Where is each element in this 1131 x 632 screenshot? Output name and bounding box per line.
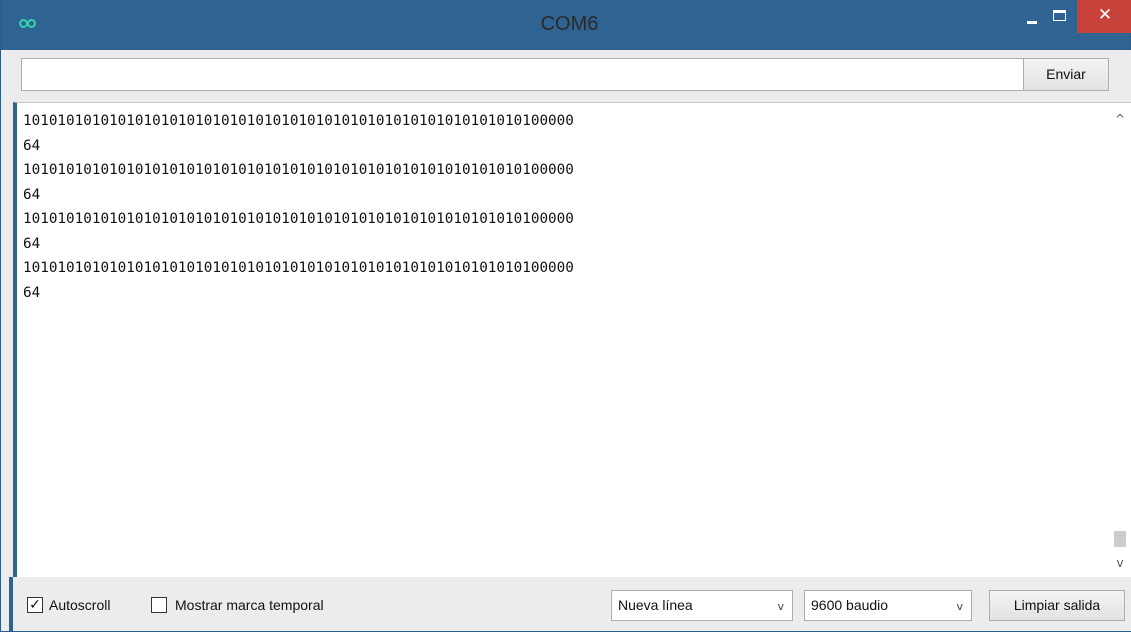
window-title: COM6 [540,13,599,35]
chevron-down-icon: v [777,600,784,613]
output-line: 64 [23,284,41,301]
scroll-up-icon[interactable]: ^ [1109,109,1131,129]
output-line: 64 [23,186,41,203]
autoscroll-label: Autoscroll [49,597,111,613]
maximize-icon [1053,10,1066,21]
close-button[interactable]: ✕ [1077,0,1131,33]
serial-output-area[interactable]: 1010101010101010101010101010101010101010… [13,102,1131,577]
close-icon: ✕ [1097,5,1113,25]
output-line: 1010101010101010101010101010101010101010… [23,162,574,178]
minimize-icon [1027,21,1037,24]
scroll-thumb[interactable] [1114,531,1126,547]
maximize-button[interactable] [1046,0,1074,33]
scroll-down-icon[interactable]: v [1109,553,1131,573]
send-button[interactable]: Enviar [1023,58,1109,91]
send-input[interactable] [21,58,1024,91]
status-bar: ✓ Autoscroll Mostrar marca temporal Nuev… [9,577,1131,631]
vertical-scrollbar[interactable]: ^ v [1109,103,1131,577]
output-line: 64 [23,235,41,252]
output-line: 1010101010101010101010101010101010101010… [23,113,574,129]
serial-output-text: 1010101010101010101010101010101010101010… [23,109,574,305]
output-line: 1010101010101010101010101010101010101010… [23,211,574,227]
baud-rate-select[interactable]: 9600 baudio v [804,590,972,621]
output-line: 1010101010101010101010101010101010101010… [23,260,574,276]
timestamp-checkbox[interactable] [151,597,167,613]
timestamp-label: Mostrar marca temporal [175,597,324,613]
serial-monitor-window: COM6 ✕ Enviar 10101010101010101010101010… [0,0,1131,632]
chevron-down-icon: v [956,600,963,613]
clear-output-button[interactable]: Limpiar salida [989,590,1125,621]
baud-rate-value: 9600 baudio [811,597,889,613]
line-ending-value: Nueva línea [618,597,693,613]
minimize-button[interactable] [1018,0,1046,33]
autoscroll-checkbox[interactable]: ✓ [27,597,43,613]
line-ending-select[interactable]: Nueva línea v [611,590,793,621]
output-line: 64 [23,137,41,154]
send-bar: Enviar [9,50,1131,102]
title-bar[interactable]: COM6 ✕ [1,0,1131,50]
